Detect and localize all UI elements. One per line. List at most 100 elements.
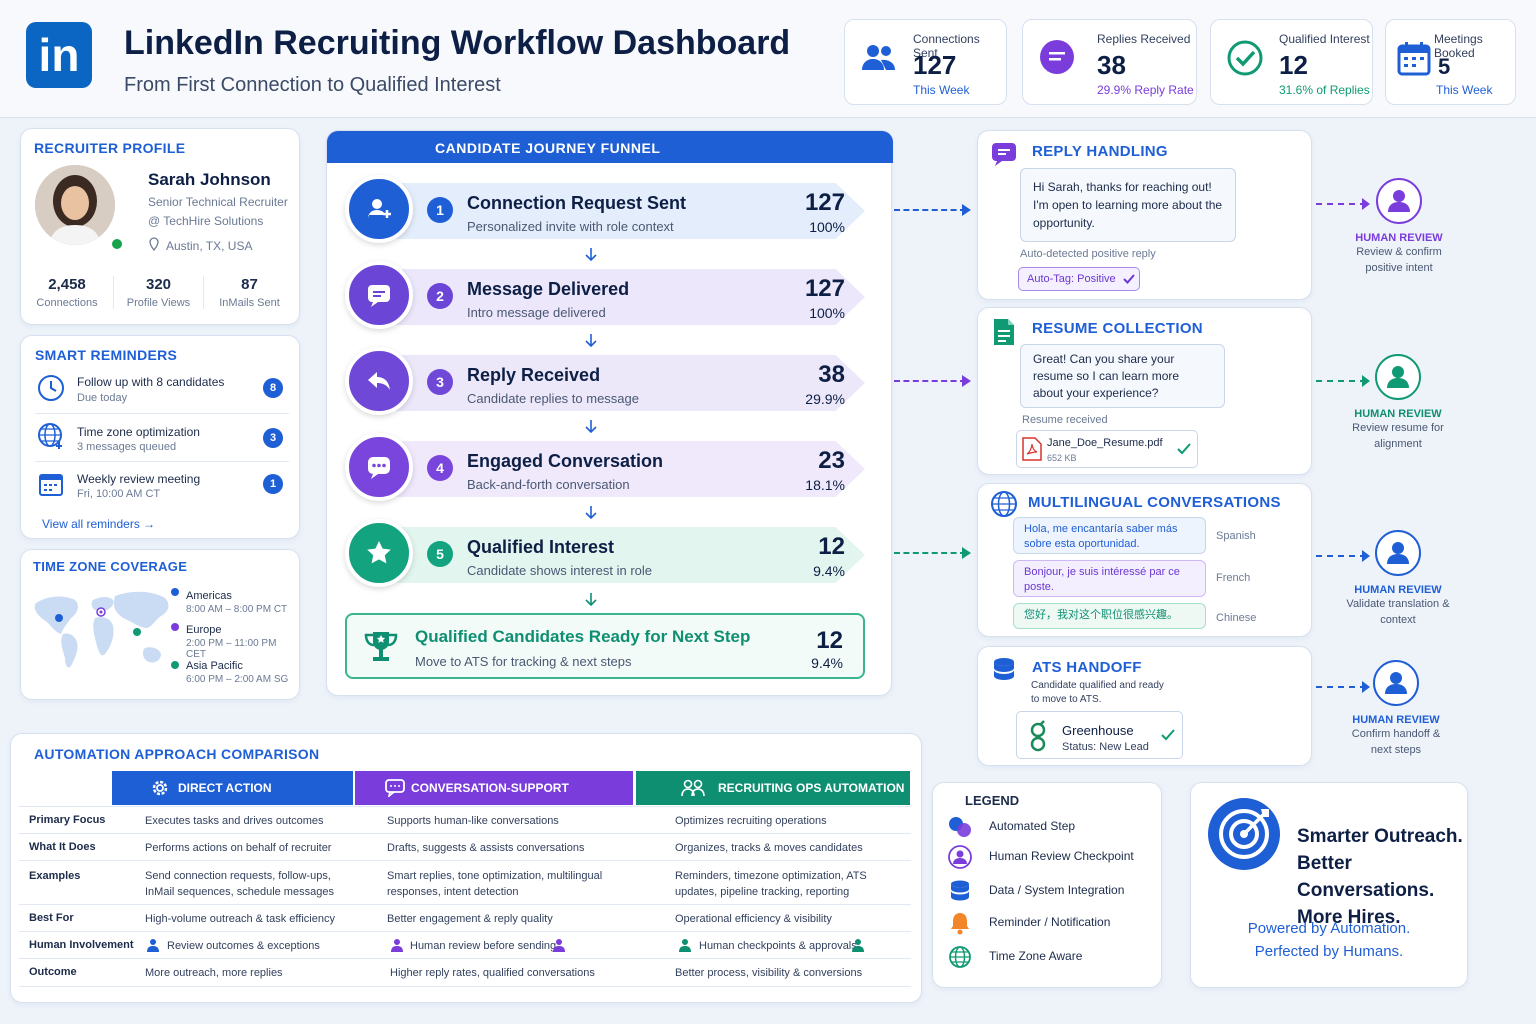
human-review-translation[interactable]: HUMAN REVIEW Validate translation & cont… xyxy=(1343,530,1453,628)
candidate-journey-funnel: CANDIDATE JOURNEY FUNNEL 1 Connection Re… xyxy=(326,130,893,696)
greenhouse-integration[interactable]: Greenhouse Status: New Lead xyxy=(1016,711,1183,759)
online-status-dot xyxy=(110,237,124,251)
spanish-message: Hola, me encantaría saber más sobre esta… xyxy=(1013,517,1206,554)
funnel-stage-connection-request[interactable]: 1 Connection Request Sent Personalized i… xyxy=(345,175,865,243)
reminder-title: Follow up with 8 candidates xyxy=(77,375,225,389)
section-title: AUTOMATION APPROACH COMPARISON xyxy=(34,746,320,762)
stage-desc: Intro message delivered xyxy=(467,305,606,320)
ats-system-name: Greenhouse xyxy=(1062,723,1134,738)
message-icon xyxy=(345,261,413,329)
zone-hours: 8:00 AM – 8:00 PM CT xyxy=(186,604,288,615)
column-conversation-support[interactable]: CONVERSATION-SUPPORT AUTOMATION xyxy=(355,771,633,829)
row-divider xyxy=(19,904,911,905)
stage-desc: Back-and-forth conversation xyxy=(467,477,630,492)
row-divider xyxy=(19,958,911,959)
location-pin-icon xyxy=(149,237,159,251)
person-icon xyxy=(391,939,403,952)
promo-line-2: Better Conversations. xyxy=(1297,853,1435,901)
kpi-connections-sent[interactable]: Connections Sent 127 This Week xyxy=(844,19,1007,105)
table-cell: Organizes, tracks & moves candidates xyxy=(675,842,863,854)
stage-number: 4 xyxy=(427,455,453,481)
recruiter-name: Sarah Johnson xyxy=(148,170,271,189)
column-direct-action[interactable]: DIRECT ACTION AUTOMATION xyxy=(112,771,353,829)
stat-inmails[interactable]: 87 InMails Sent xyxy=(203,276,295,309)
final-value: 12 xyxy=(816,627,843,654)
table-cell: Executes tasks and drives outcomes xyxy=(145,815,324,827)
stat-label: Profile Views xyxy=(126,297,191,309)
kpi-replies-received[interactable]: Replies Received 38 29.9% Reply Rate xyxy=(1022,19,1197,105)
human-review-title: HUMAN REVIEW xyxy=(1354,408,1442,420)
final-title: Qualified Candidates Ready for Next Step xyxy=(415,627,751,646)
ats-desc: Candidate qualified and ready to move to… xyxy=(1031,680,1164,705)
auto-tag-positive[interactable]: Auto-Tag: Positive xyxy=(1018,267,1140,291)
legend-title: LEGEND xyxy=(965,793,1020,808)
arrow-down-icon xyxy=(585,420,597,434)
person-icon xyxy=(948,845,972,869)
stage-desc: Candidate replies to message xyxy=(467,391,639,406)
qualified-candidates-ready[interactable]: Qualified Candidates Ready for Next Step… xyxy=(345,613,865,679)
reminder-count-badge: 8 xyxy=(263,378,283,398)
funnel-stage-qualified-interest[interactable]: 5 Qualified Interest Candidate shows int… xyxy=(345,519,865,587)
reminder-item[interactable]: Weekly review meeting Fri, 10:00 AM CT 1 xyxy=(35,466,289,506)
time-zone-coverage-card: TIME ZONE COVERAGE Americas 8:00 AM – 8:… xyxy=(20,549,300,700)
view-all-reminders-link[interactable]: View all reminders → xyxy=(42,517,155,531)
recruiter-role: Senior Technical Recruiter xyxy=(148,195,288,209)
stage-percent: 100% xyxy=(809,219,845,235)
legend-label: Time Zone Aware xyxy=(989,949,1083,963)
funnel-stage-engaged-conversation[interactable]: 4 Engaged Conversation Back-and-forth co… xyxy=(345,433,865,501)
row-label: Human Involvement xyxy=(29,939,134,951)
stat-profile-views[interactable]: 320 Profile Views xyxy=(113,276,203,309)
stage-percent: 18.1% xyxy=(805,477,845,493)
stage-number: 1 xyxy=(427,197,453,223)
human-review-positive-intent[interactable]: HUMAN REVIEW Review & confirm positive i… xyxy=(1344,178,1454,276)
row-label: Best For xyxy=(29,912,74,924)
page-subtitle: From First Connection to Qualified Inter… xyxy=(124,74,501,96)
stat-connections[interactable]: 2,458 Connections xyxy=(21,276,113,309)
avatar[interactable] xyxy=(35,165,115,245)
row-divider xyxy=(19,860,911,861)
chat-bubble-icon xyxy=(992,143,1016,166)
column-recruiting-ops[interactable]: RECRUITING OPS AUTOMATION xyxy=(636,771,910,805)
resume-file-attachment[interactable]: Jane_Doe_Resume.pdf 652 KB xyxy=(1016,430,1198,468)
human-review-handoff[interactable]: HUMAN REVIEW Confirm handoff & next step… xyxy=(1341,660,1451,758)
human-review-desc: Validate translation & context xyxy=(1346,598,1450,626)
funnel-stage-message-delivered[interactable]: 2 Message Delivered Intro message delive… xyxy=(345,261,865,329)
globe-icon xyxy=(38,423,62,449)
trophy-icon xyxy=(364,632,398,661)
reminder-item[interactable]: Follow up with 8 candidates Due today 8 xyxy=(35,370,289,414)
ats-status: Status: New Lead xyxy=(1062,741,1149,753)
kpi-value: 5 xyxy=(1438,54,1451,79)
person-icon xyxy=(852,939,864,952)
reminder-item[interactable]: Time zone optimization 3 messages queued… xyxy=(35,418,289,462)
add-user-icon xyxy=(345,175,413,243)
document-icon xyxy=(994,319,1014,345)
kpi-value: 38 xyxy=(1097,50,1126,80)
stage-value: 23 xyxy=(818,447,845,474)
kpi-sub: 29.9% Reply Rate xyxy=(1097,83,1194,97)
world-map xyxy=(34,591,169,668)
kpi-meetings-booked[interactable]: Meetings Booked 5 This Week xyxy=(1385,19,1516,105)
zone-region: Asia Pacific xyxy=(186,660,243,672)
star-icon xyxy=(345,519,413,587)
stage-percent: 100% xyxy=(809,305,845,321)
human-review-resume[interactable]: HUMAN REVIEW Review resume for alignment xyxy=(1343,354,1453,452)
row-divider xyxy=(19,806,911,807)
legend-label: Data / System Integration xyxy=(989,883,1125,897)
language-label: Chinese xyxy=(1216,612,1257,624)
kpi-qualified-interest[interactable]: Qualified Interest 12 31.6% of Replies xyxy=(1210,19,1373,105)
person-icon xyxy=(679,939,691,952)
table-cell: More outreach, more replies xyxy=(145,967,283,979)
promo-line-1: Smarter Outreach. xyxy=(1297,826,1463,847)
database-icon xyxy=(951,880,969,901)
team-icon xyxy=(681,779,705,797)
stat-label: InMails Sent xyxy=(219,297,280,309)
page-title: LinkedIn Recruiting Workflow Dashboard xyxy=(124,24,791,62)
legend-label: Reminder / Notification xyxy=(989,915,1111,929)
table-cell: Reminders, timezone optimization, ATS up… xyxy=(675,870,867,898)
table-cell: Higher reply rates, qualified conversati… xyxy=(390,967,595,979)
funnel-stage-reply-received[interactable]: 3 Reply Received Candidate replies to me… xyxy=(345,347,865,415)
recruiter-location: Austin, TX, USA xyxy=(166,239,253,253)
table-cell: Operational efficiency & visibility xyxy=(675,913,832,925)
connector-line xyxy=(894,552,966,554)
linkedin-logo[interactable]: in xyxy=(26,22,92,88)
